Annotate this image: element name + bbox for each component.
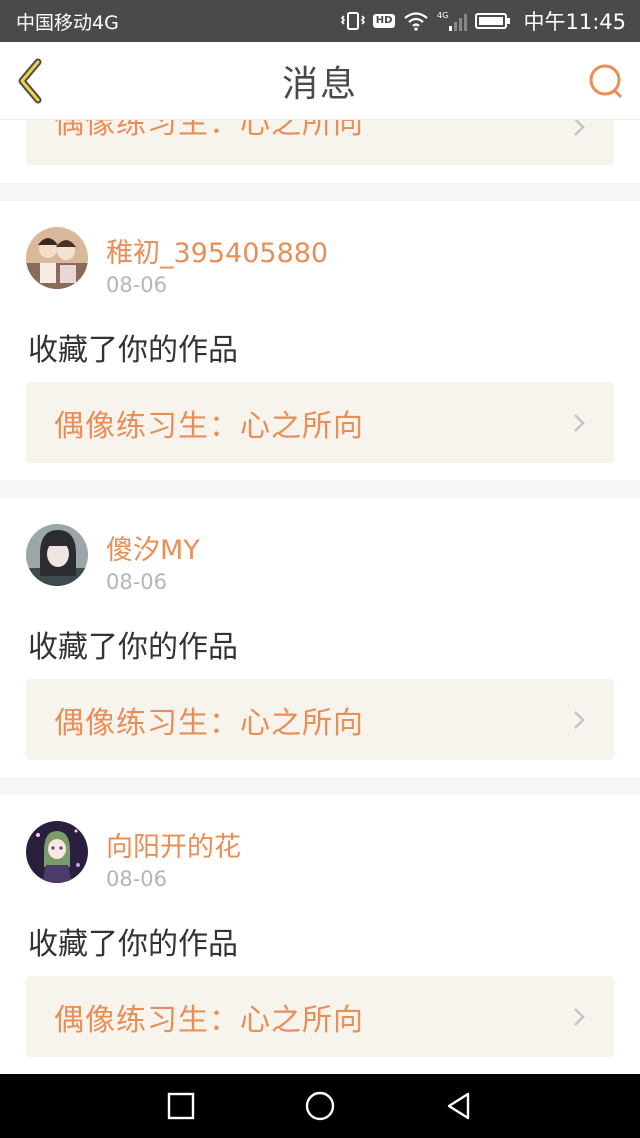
message-date: 08-06 (106, 273, 168, 297)
cellular-signal-icon: 4G (437, 10, 468, 32)
message-list[interactable]: 偶像练习生：心之所向 稚初_395405880 08-06 收藏了你的作品 偶像… (0, 120, 640, 1074)
username[interactable]: 傻汐MY (106, 528, 200, 567)
action-text: 收藏了你的作品 (28, 630, 238, 665)
work-link[interactable]: 偶像练习生：心之所向 (26, 976, 614, 1057)
chevron-right-icon (574, 414, 585, 432)
header-bar: 消息 (0, 42, 640, 120)
home-button[interactable] (303, 1089, 337, 1123)
avatar[interactable] (26, 821, 88, 883)
search-button[interactable] (586, 62, 626, 102)
system-back-button[interactable] (442, 1089, 476, 1123)
work-link[interactable]: 偶像练习生：心之所向 (26, 120, 614, 165)
chevron-right-icon (574, 711, 585, 729)
network-type-label: 4G (437, 11, 448, 20)
action-text: 收藏了你的作品 (28, 927, 238, 962)
battery-icon (475, 12, 511, 30)
work-link[interactable]: 偶像练习生：心之所向 (26, 679, 614, 760)
status-time: 中午11:45 (523, 10, 626, 34)
message-card: 偶像练习生：心之所向 (0, 120, 640, 183)
message-date: 08-06 (106, 867, 168, 891)
message-card: 傻汐MY 08-06 收藏了你的作品 偶像练习生：心之所向 (0, 498, 640, 777)
recent-apps-button[interactable] (164, 1089, 198, 1123)
chevron-left-icon (18, 58, 42, 104)
circle-icon (305, 1091, 335, 1121)
work-title: 偶像练习生：心之所向 (54, 120, 364, 141)
avatar[interactable] (26, 524, 88, 586)
action-text: 收藏了你的作品 (28, 333, 238, 368)
chevron-right-icon (574, 120, 585, 136)
vibrate-icon (340, 11, 365, 31)
work-title: 偶像练习生：心之所向 (54, 1002, 364, 1038)
carrier-label: 中国移动4G (16, 11, 119, 34)
work-link[interactable]: 偶像练习生：心之所向 (26, 382, 614, 463)
page-title: 消息 (281, 63, 358, 105)
message-card: 稚初_395405880 08-06 收藏了你的作品 偶像练习生：心之所向 (0, 201, 640, 480)
username[interactable]: 向阳开的花 (106, 825, 241, 864)
message-card: 向阳开的花 08-06 收藏了你的作品 偶像练习生：心之所向 (0, 795, 640, 1074)
work-title: 偶像练习生：心之所向 (54, 408, 364, 444)
wifi-icon (403, 11, 429, 31)
chevron-right-icon (574, 1008, 585, 1026)
triangle-back-icon (447, 1092, 470, 1120)
avatar[interactable] (26, 227, 88, 289)
status-bar: 中国移动4G HD 4G 中午11:45 (0, 0, 640, 42)
system-nav-bar (0, 1074, 640, 1138)
back-button[interactable] (14, 56, 54, 106)
search-icon (589, 64, 622, 98)
message-date: 08-06 (106, 570, 168, 594)
status-icons: HD 4G 中午11:45 (340, 6, 626, 36)
username[interactable]: 稚初_395405880 (106, 231, 328, 270)
work-title: 偶像练习生：心之所向 (54, 705, 364, 741)
hd-badge: HD (372, 14, 396, 28)
square-icon (167, 1092, 195, 1120)
